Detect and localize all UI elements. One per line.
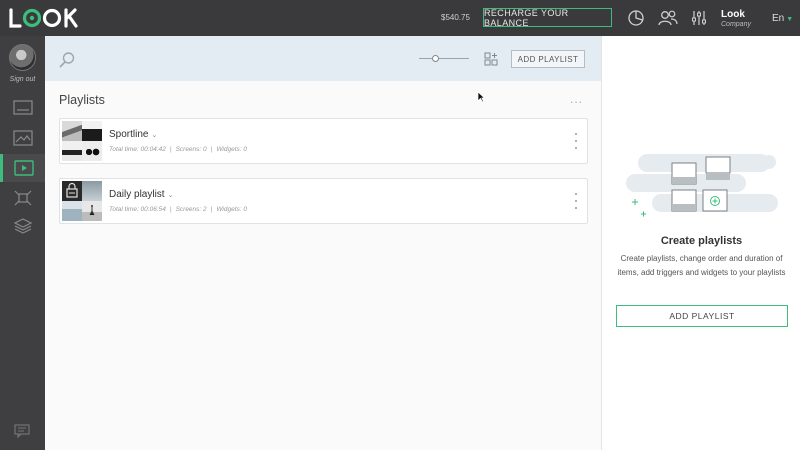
kebab-menu-icon[interactable] — [574, 133, 578, 149]
playlist-name-dropdown[interactable]: Daily playlist ⌄ — [109, 189, 173, 200]
more-options-button[interactable]: ... — [570, 92, 583, 106]
playlist-card[interactable]: Sportline ⌄ Total time: 00:04:42 | Screens:… — [59, 118, 588, 164]
thumbnail-image — [82, 201, 102, 221]
search-icon[interactable] — [58, 51, 76, 74]
chevron-down-icon: ⌄ — [151, 132, 158, 139]
playlist-name: Sportline — [109, 129, 149, 140]
zoom-slider-track — [419, 58, 469, 59]
sidebar-item-layers[interactable] — [0, 212, 45, 240]
person-figure-icon — [89, 205, 95, 216]
main-content: ADD PLAYLIST Playlists ... Sportline ⌄ To… — [45, 36, 601, 450]
balance-amount: $540.75 — [441, 13, 470, 22]
create-playlists-illustration — [624, 146, 780, 231]
logo-icon — [9, 8, 78, 28]
user-name: Look — [721, 9, 745, 20]
sidebar-item-screens[interactable] — [0, 94, 45, 122]
top-bar: $540.75 RECHARGE YOUR BALANCE Look Compa… — [0, 0, 800, 36]
playlist-screens: Screens: 0 — [175, 146, 207, 153]
playlist-icon — [14, 160, 34, 176]
playlist-meta: Total time: 00:04:42 | Screens: 0 | Widgets:… — [109, 146, 247, 153]
playlist-total-time: Total time: 00:06:54 — [109, 206, 166, 213]
sidebar: Sign out — [0, 36, 45, 450]
create-playlists-title: Create playlists — [660, 235, 743, 247]
widgets-icon — [14, 190, 31, 206]
sidebar-item-playlists[interactable] — [0, 154, 45, 182]
kebab-menu-icon[interactable] — [574, 193, 578, 209]
caret-down-icon: ▼ — [786, 16, 794, 23]
zoom-slider-handle[interactable] — [432, 55, 439, 62]
look-logo[interactable] — [9, 7, 79, 29]
add-playlist-button[interactable]: ADD PLAYLIST — [511, 50, 585, 68]
sign-out-link[interactable]: Sign out — [0, 76, 45, 83]
thumbnail-image — [82, 181, 102, 201]
thumbnail-image — [62, 121, 82, 141]
chat-icon[interactable] — [14, 424, 30, 443]
thumbnail-image — [62, 201, 82, 221]
thumbnail-image — [62, 141, 82, 161]
create-playlists-description: Create playlists, change order and durat… — [617, 254, 786, 277]
playlist-widgets: Widgets: 0 — [216, 146, 247, 153]
add-grid-icon[interactable] — [484, 52, 498, 71]
layers-icon — [13, 218, 32, 234]
playlist-screens: Screens: 2 — [175, 206, 207, 213]
chevron-down-icon: ⌄ — [167, 192, 174, 199]
image-icon — [12, 130, 33, 146]
playlist-widgets: Widgets: 0 — [216, 206, 247, 213]
user-menu[interactable]: Look Company — [721, 9, 751, 28]
playlist-name-dropdown[interactable]: Sportline ⌄ — [109, 129, 157, 140]
playlist-thumbnails — [62, 121, 102, 161]
right-panel: Create playlists Create playlists, chang… — [601, 36, 800, 450]
recharge-balance-button[interactable]: RECHARGE YOUR BALANCE — [483, 8, 612, 28]
analytics-icon[interactable] — [626, 8, 646, 28]
language-selector[interactable]: En ▼ — [772, 13, 793, 24]
thumbnail-image — [62, 181, 82, 201]
playlist-total-time: Total time: 00:04:42 — [109, 146, 166, 153]
avatar[interactable] — [9, 44, 36, 71]
sidebar-item-media[interactable] — [0, 124, 45, 152]
thumbnail-image — [82, 121, 102, 141]
users-icon[interactable] — [657, 8, 679, 28]
zoom-slider[interactable] — [419, 55, 469, 63]
thumbnail-image — [82, 141, 102, 161]
toolbar: ADD PLAYLIST — [45, 36, 601, 81]
user-company: Company — [721, 21, 751, 28]
language-label: En — [772, 13, 785, 24]
app: $540.75 RECHARGE YOUR BALANCE Look Compa… — [0, 0, 800, 450]
settings-sliders-icon[interactable] — [689, 8, 709, 28]
playlist-thumbnails — [62, 181, 102, 221]
playlist-name: Daily playlist — [109, 189, 165, 200]
page-title: Playlists — [59, 93, 105, 107]
playlist-card[interactable]: Daily playlist ⌄ Total time: 00:06:54 | Scr… — [59, 178, 588, 224]
mouse-cursor-icon — [477, 90, 486, 108]
add-playlist-panel-button[interactable]: ADD PLAYLIST — [616, 305, 788, 327]
screen-icon — [12, 100, 33, 115]
playlist-meta: Total time: 00:06:54 | Screens: 2 | Widgets:… — [109, 206, 247, 213]
lock-icon — [66, 182, 78, 198]
sidebar-item-widgets[interactable] — [0, 184, 45, 212]
